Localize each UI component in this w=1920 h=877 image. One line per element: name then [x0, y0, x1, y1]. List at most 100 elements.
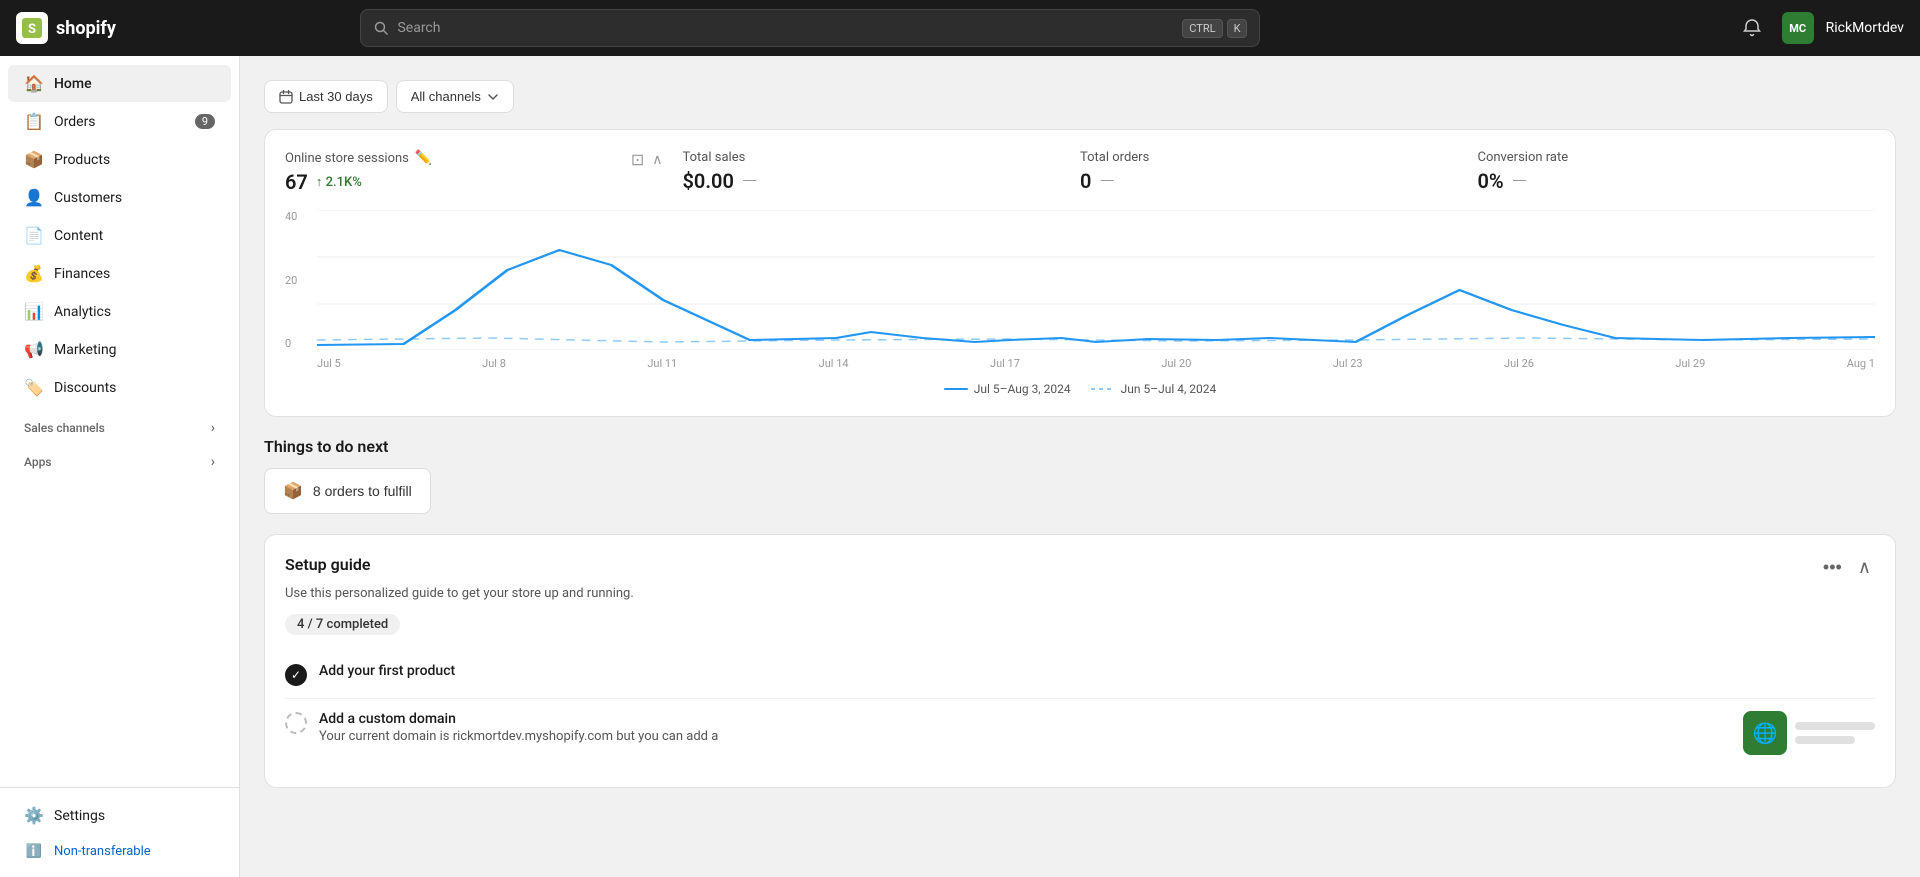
- sessions-change: ↑ 2.1K%: [316, 174, 362, 190]
- total-orders-value: 0: [1080, 169, 1091, 193]
- sales-channels-label: Sales channels: [24, 421, 105, 435]
- sidebar-item-products[interactable]: 📦 Products: [8, 141, 231, 178]
- sessions-label: Online store sessions: [285, 151, 409, 166]
- setup-guide-subtitle: Use this personalized guide to get your …: [285, 586, 1875, 601]
- sidebar-item-discounts[interactable]: 🏷️ Discounts: [8, 369, 231, 406]
- analytics-card: Online store sessions ✏️ 67 ↑ 2.1K% ⊡ ∧: [264, 129, 1896, 417]
- search-bar[interactable]: Search CTRL K: [360, 9, 1260, 47]
- sidebar-item-content[interactable]: 📄 Content: [8, 217, 231, 254]
- x-label-jul5: Jul 5: [317, 357, 341, 370]
- conversion-rate-label: Conversion rate: [1478, 150, 1569, 165]
- apps-label: Apps: [24, 455, 52, 469]
- metric-total-sales: Total sales $0.00 —: [683, 150, 1081, 193]
- metric-sessions: Online store sessions ✏️ 67 ↑ 2.1K% ⊡ ∧: [285, 150, 683, 194]
- x-label-jul14: Jul 14: [819, 357, 849, 370]
- svg-text:S: S: [28, 22, 36, 37]
- notifications-button[interactable]: [1734, 10, 1770, 46]
- date-range-filter[interactable]: Last 30 days: [264, 80, 388, 113]
- x-label-jul26: Jul 26: [1504, 357, 1534, 370]
- sidebar-item-finances[interactable]: 💰 Finances: [8, 255, 231, 292]
- search-shortcut: CTRL K: [1182, 19, 1247, 38]
- chevron-down-icon: [487, 91, 499, 103]
- analytics-metrics: Online store sessions ✏️ 67 ↑ 2.1K% ⊡ ∧: [285, 150, 1875, 194]
- chart-legend: Jul 5–Aug 3, 2024 Jun 5–Jul 4, 2024: [285, 382, 1875, 396]
- task-custom-domain[interactable]: Add a custom domain Your current domain …: [285, 699, 1875, 767]
- metric-conversion-rate: Conversion rate 0% —: [1478, 150, 1876, 193]
- legend-previous: Jun 5–Jul 4, 2024: [1091, 382, 1217, 396]
- sidebar-item-non-transferable[interactable]: ℹ️ Non-transferable: [8, 835, 231, 868]
- bell-icon: [1742, 18, 1762, 38]
- setup-guide-card: Setup guide ••• ∧ Use this personalized …: [264, 534, 1896, 788]
- box-icon: 📦: [283, 481, 303, 501]
- sidebar-item-label-finances: Finances: [54, 266, 110, 282]
- total-sales-dash: —: [742, 169, 757, 193]
- sidebar-item-analytics[interactable]: 📊 Analytics: [8, 293, 231, 330]
- app-body: 🏠 Home 📋 Orders 9 📦 Products 👤 Customers…: [0, 56, 1920, 877]
- content-icon: 📄: [24, 226, 44, 245]
- main-content: Last 30 days All channels Online store s…: [240, 56, 1920, 877]
- legend-current-label: Jul 5–Aug 3, 2024: [974, 382, 1071, 396]
- orders-to-fulfill-label: 8 orders to fulfill: [313, 483, 412, 499]
- k-key: K: [1227, 19, 1248, 38]
- setup-task-list: Add your first product Add a custom doma…: [285, 651, 1875, 767]
- domain-preview: [1743, 711, 1875, 755]
- task-custom-domain-label: Add a custom domain: [319, 711, 1731, 727]
- sidebar-item-customers[interactable]: 👤 Customers: [8, 179, 231, 216]
- collapse-icon[interactable]: ∧: [652, 152, 662, 168]
- marketing-icon: 📢: [24, 340, 44, 359]
- total-orders-label: Total orders: [1080, 150, 1149, 165]
- shopify-logo-text: shopify: [56, 18, 116, 39]
- sidebar-item-home[interactable]: 🏠 Home: [8, 65, 231, 102]
- collapse-chevron-icon: ∧: [1858, 557, 1871, 577]
- sidebar-item-label-discounts: Discounts: [54, 380, 116, 396]
- x-label-jul8: Jul 8: [482, 357, 506, 370]
- x-label-jul20: Jul 20: [1161, 357, 1191, 370]
- total-orders-dash: —: [1099, 169, 1114, 193]
- filters-row: Last 30 days All channels: [264, 80, 1896, 113]
- sidebar-item-marketing[interactable]: 📢 Marketing: [8, 331, 231, 368]
- chart-svg: [317, 210, 1875, 350]
- customers-icon: 👤: [24, 188, 44, 207]
- settings-icon: ⚙️: [24, 806, 44, 825]
- setup-guide-actions: ••• ∧: [1819, 555, 1875, 580]
- edit-icon[interactable]: ✏️: [415, 150, 432, 166]
- task-add-product: Add your first product: [285, 651, 1875, 699]
- x-label-aug1: Aug 1: [1847, 357, 1875, 370]
- total-sales-value: $0.00: [683, 169, 734, 193]
- finances-icon: 💰: [24, 264, 44, 283]
- sidebar-item-settings[interactable]: ⚙️ Settings: [8, 797, 231, 834]
- y-label-40: 40: [285, 210, 315, 223]
- setup-guide-more-button[interactable]: •••: [1819, 555, 1846, 580]
- chart-y-labels: 40 20 0: [285, 210, 315, 350]
- search-icon: [373, 20, 389, 36]
- sidebar-item-label-marketing: Marketing: [54, 342, 117, 358]
- sales-channels-header[interactable]: Sales channels ›: [8, 410, 231, 440]
- conversion-rate-dash: —: [1512, 169, 1527, 193]
- shopify-logo[interactable]: S shopify: [16, 12, 116, 44]
- things-to-do-title: Things to do next: [264, 437, 1896, 456]
- settings-label: Settings: [54, 808, 105, 824]
- channel-filter[interactable]: All channels: [396, 80, 514, 113]
- screenshot-icon[interactable]: ⊡: [631, 150, 644, 169]
- topnav-right: MC RickMortdev: [1734, 10, 1904, 46]
- sidebar-nav: 🏠 Home 📋 Orders 9 📦 Products 👤 Customers…: [0, 56, 239, 787]
- sidebar-item-orders[interactable]: 📋 Orders 9: [8, 103, 231, 140]
- legend-current-line: [944, 388, 968, 390]
- ctrl-key: CTRL: [1182, 19, 1222, 38]
- setup-guide-collapse-button[interactable]: ∧: [1854, 555, 1875, 580]
- conversion-rate-value: 0%: [1478, 169, 1504, 193]
- user-avatar[interactable]: MC: [1782, 12, 1814, 44]
- task-custom-domain-desc: Your current domain is rickmortdev.mysho…: [319, 729, 1731, 744]
- domain-lines: [1795, 722, 1875, 744]
- sidebar-item-label-orders: Orders: [54, 114, 96, 130]
- chart-x-labels: Jul 5 Jul 8 Jul 11 Jul 14 Jul 17 Jul 20 …: [317, 357, 1875, 370]
- total-sales-label: Total sales: [683, 150, 746, 165]
- top-navigation: S shopify Search CTRL K MC RickMortdev: [0, 0, 1920, 56]
- x-label-jul17: Jul 17: [990, 357, 1020, 370]
- setup-progress-text: 4 / 7 completed: [297, 617, 388, 632]
- products-icon: 📦: [24, 150, 44, 169]
- x-label-jul23: Jul 23: [1333, 357, 1363, 370]
- orders-to-fulfill-button[interactable]: 📦 8 orders to fulfill: [264, 468, 431, 514]
- orders-badge: 9: [195, 114, 215, 129]
- apps-header[interactable]: Apps ›: [8, 444, 231, 474]
